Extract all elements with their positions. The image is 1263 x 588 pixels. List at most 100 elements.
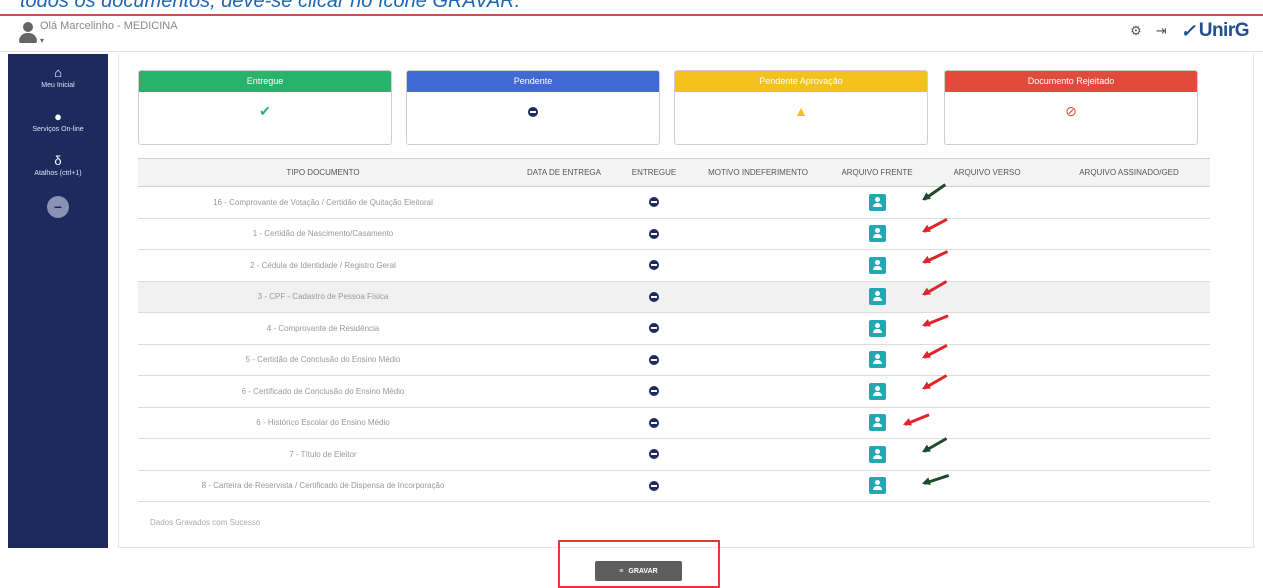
upload-front-icon[interactable]: [868, 414, 886, 432]
sidebar-item-shortcuts[interactable]: δ Atalhos (ctrl+1): [8, 142, 108, 186]
table-row: 7 - Título de Eleitor: [138, 438, 1210, 471]
upload-front-icon[interactable]: [868, 225, 886, 243]
column-header[interactable]: ARQUIVO FRENTE: [828, 158, 926, 187]
upload-front-icon[interactable]: [868, 351, 886, 369]
table-row: 2 - Cédula de Identidade / Registro Gera…: [138, 249, 1210, 282]
rejection-reason-cell: [688, 218, 828, 250]
delivered-status-cell: [620, 281, 688, 313]
logout-icon[interactable]: ⇥: [1156, 23, 1167, 39]
document-type-cell: 1 - Certidão de Nascimento/Casamento: [138, 218, 508, 250]
delivery-date-cell: [508, 281, 620, 313]
table-row: 1 - Certidão de Nascimento/Casamento: [138, 218, 1210, 250]
delivered-status-cell: [620, 312, 688, 345]
front-file-cell: [828, 375, 926, 408]
rejection-reason-cell: [688, 407, 828, 439]
signed-file-cell: [1048, 186, 1210, 219]
upload-front-icon[interactable]: [868, 477, 886, 495]
check-icon: ✔: [259, 103, 271, 119]
back-file-cell: [926, 218, 1048, 250]
delivered-status-cell: [620, 470, 688, 502]
sidebar-collapse-icon[interactable]: −: [47, 196, 69, 218]
document-type-cell: 7 - Título de Eleitor: [138, 438, 508, 471]
rejection-reason-cell: [688, 281, 828, 313]
documents-table: TIPO DOCUMENTO DATA DE ENTREGA ENTREGUE …: [138, 158, 1210, 502]
save-button[interactable]: ≡ GRAVAR: [595, 561, 682, 581]
back-file-cell: [926, 407, 1048, 439]
shortcut-icon: δ: [54, 153, 62, 168]
upload-front-icon[interactable]: [868, 319, 886, 337]
ban-icon: ⊘: [1065, 103, 1077, 119]
back-file-cell: [926, 281, 1048, 313]
column-header[interactable]: ARQUIVO ASSINADO/GED: [1048, 158, 1210, 187]
minus-circle-icon: [407, 102, 659, 120]
delivered-status-cell: [620, 249, 688, 282]
delivery-date-cell: [508, 470, 620, 502]
upload-front-icon[interactable]: [868, 382, 886, 400]
warning-icon: ▲: [794, 103, 808, 119]
rejection-reason-cell: [688, 438, 828, 471]
sidebar-item-label: Serviços On-line: [32, 126, 84, 133]
delivered-status-cell: [620, 438, 688, 471]
top-actions: ⚙ ⇥ ✓ UnirG: [1130, 20, 1249, 42]
column-header[interactable]: TIPO DOCUMENTO: [138, 158, 508, 187]
table-row: 6 - Certificado de Conclusão do Ensino M…: [138, 375, 1210, 408]
tutorial-caption: todos os documentos, deve-se clicar no í…: [20, 0, 521, 12]
rejection-reason-cell: [688, 344, 828, 376]
user-greeting: Olá Marcelinho - MEDICINA: [40, 20, 178, 32]
pending-status-icon: [649, 228, 659, 239]
logo-mark-icon: ✓: [1180, 20, 1196, 41]
home-icon: ⌂: [54, 65, 62, 80]
sidebar-item-home[interactable]: ⌂ Meu Inicial: [8, 54, 108, 98]
document-type-cell: 5 - Certidão de Conclusão do Ensino Médi…: [138, 344, 508, 376]
status-card-pending: Pendente: [406, 70, 660, 145]
user-menu-caret-icon[interactable]: ▾: [40, 36, 44, 45]
sidebar-item-label: Atalhos (ctrl+1): [34, 170, 82, 177]
pending-status-icon: [649, 417, 659, 428]
logo-text: UnirG: [1198, 20, 1250, 41]
document-type-cell: 3 - CPF - Cadastro de Pessoa Física: [138, 281, 508, 313]
delivery-date-cell: [508, 249, 620, 282]
signed-file-cell: [1048, 249, 1210, 282]
document-type-cell: 8 - Carteira de Reservista / Certificado…: [138, 470, 508, 502]
save-icon: ≡: [619, 567, 624, 575]
signed-file-cell: [1048, 375, 1210, 408]
front-file-cell: [828, 186, 926, 219]
delivery-date-cell: [508, 344, 620, 376]
delivered-status-cell: [620, 186, 688, 219]
status-card-title: Pendente Aprovação: [675, 71, 927, 92]
status-card-title: Pendente: [407, 71, 659, 92]
upload-front-icon[interactable]: [868, 193, 886, 211]
upload-front-icon[interactable]: [868, 256, 886, 274]
delivery-date-cell: [508, 438, 620, 471]
pending-status-icon: [649, 449, 659, 460]
delivered-status-cell: [620, 407, 688, 439]
signed-file-cell: [1048, 344, 1210, 376]
status-card-title: Documento Rejeitado: [945, 71, 1197, 92]
status-card-rejected: Documento Rejeitado ⊘: [944, 70, 1198, 145]
sidebar-item-online-services[interactable]: ● Serviços On-line: [8, 98, 108, 142]
status-card-delivered: Entregue ✔: [138, 70, 392, 145]
signed-file-cell: [1048, 281, 1210, 313]
pending-status-icon: [649, 197, 659, 208]
upload-front-icon[interactable]: [868, 288, 886, 306]
back-file-cell: [926, 375, 1048, 408]
table-header-row: TIPO DOCUMENTO DATA DE ENTREGA ENTREGUE …: [138, 158, 1210, 187]
status-card-pending-approval: Pendente Aprovação ▲: [674, 70, 928, 145]
signed-file-cell: [1048, 218, 1210, 250]
upload-front-icon[interactable]: [868, 445, 886, 463]
table-row: 3 - CPF - Cadastro de Pessoa Física: [138, 281, 1210, 313]
front-file-cell: [828, 438, 926, 471]
signed-file-cell: [1048, 470, 1210, 502]
delivered-status-cell: [620, 344, 688, 376]
table-row: 5 - Certidão de Conclusão do Ensino Médi…: [138, 344, 1210, 376]
document-type-cell: 6 - Histórico Escolar do Ensino Médio: [138, 407, 508, 439]
user-avatar-icon[interactable]: [18, 22, 38, 44]
column-header[interactable]: ENTREGUE: [620, 158, 688, 187]
document-type-cell: 2 - Cédula de Identidade / Registro Gera…: [138, 249, 508, 282]
rejection-reason-cell: [688, 375, 828, 408]
unirg-logo: ✓ UnirG: [1180, 20, 1250, 42]
column-header[interactable]: DATA DE ENTREGA: [508, 158, 620, 187]
pending-status-icon: [649, 386, 659, 397]
settings-icon[interactable]: ⚙: [1130, 23, 1142, 39]
column-header[interactable]: MOTIVO INDEFERIMENTO: [688, 158, 828, 187]
